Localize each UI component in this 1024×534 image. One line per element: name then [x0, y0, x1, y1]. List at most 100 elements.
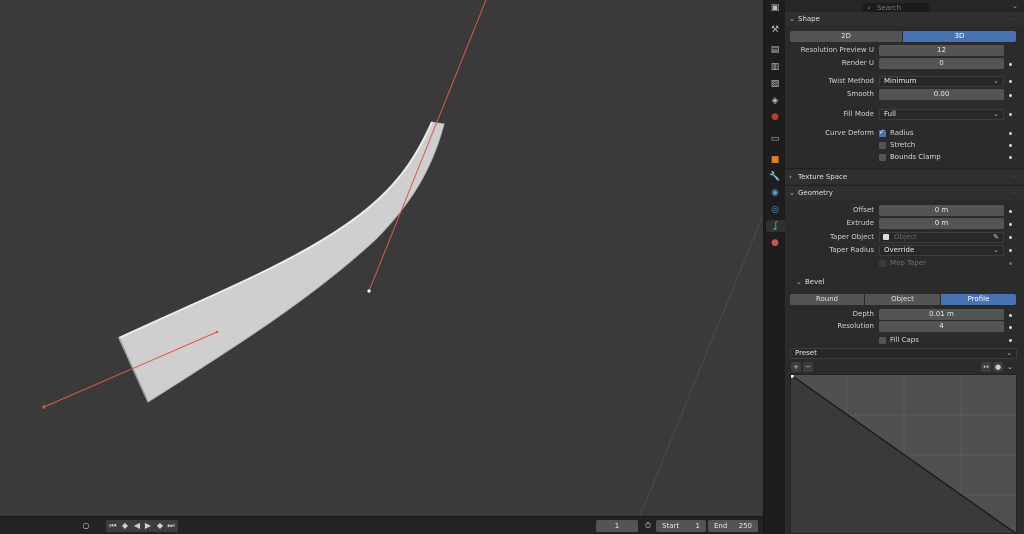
offset-field[interactable]: 0 m [879, 205, 1004, 216]
animate-dot-icon[interactable] [1009, 132, 1012, 135]
shape-3d-button[interactable]: 3D [903, 31, 1016, 42]
chevron-down-icon: ⌄ [796, 278, 802, 286]
checkbox-icon [879, 154, 886, 161]
radius-checkbox[interactable]: Radius [879, 128, 913, 138]
editor-type-icon[interactable]: ▣ [769, 2, 781, 14]
end-frame-label: End [714, 522, 728, 530]
stopwatch-icon[interactable]: ⏱ [643, 521, 653, 531]
map-taper-checkbox[interactable]: Map Taper [879, 259, 926, 268]
world-tab-icon[interactable]: ● [769, 111, 781, 123]
play-icon[interactable]: ▶ [143, 521, 153, 531]
profile-curve-graph [791, 375, 1016, 533]
preset-dropdown[interactable]: Preset ⌄ [790, 348, 1017, 359]
clip-options-icon[interactable]: ● [993, 362, 1003, 372]
physics-tab-icon[interactable]: ◎ [769, 204, 781, 216]
chevron-down-icon: ⌄ [789, 15, 795, 23]
chevron-right-icon: › [789, 173, 792, 181]
end-frame-value: 250 [738, 522, 752, 530]
jump-start-icon[interactable]: ⏮ [108, 521, 118, 531]
keyframe-record-icon[interactable]: ○ [81, 521, 91, 531]
animate-dot-icon[interactable] [1009, 236, 1012, 239]
panel-geometry-header[interactable]: ⌄ Geometry ⋯ [785, 186, 1024, 200]
3d-viewport[interactable] [0, 0, 763, 516]
animate-dot-icon[interactable] [1009, 339, 1012, 342]
animate-dot-icon[interactable] [1009, 144, 1012, 147]
material-tab-icon[interactable]: ● [769, 237, 781, 249]
checkbox-checked-icon [879, 128, 886, 137]
smooth-field[interactable]: 0.00 [879, 89, 1004, 100]
bounds-clamp-checkbox[interactable]: Bounds Clamp [879, 153, 941, 162]
prev-keyframe-icon[interactable]: ◆ [120, 521, 130, 531]
taper-object-field[interactable]: Object ✎ [879, 232, 1004, 243]
animate-dot-icon[interactable] [1009, 223, 1012, 226]
render-tab-icon[interactable]: ▤ [769, 44, 781, 56]
bounds-clamp-checkbox-label: Bounds Clamp [890, 153, 941, 161]
animate-dot-icon[interactable] [1009, 63, 1012, 66]
panel-texture-space-title: Texture Space [798, 173, 848, 181]
bevel-profile-button[interactable]: Profile [941, 294, 1016, 305]
eyedropper-icon[interactable]: ✎ [993, 233, 999, 242]
panel-texture-space-header[interactable]: › Texture Space ⋯ [785, 170, 1024, 184]
panel-bevel-header[interactable]: ⌄ Bevel [785, 275, 1024, 289]
next-keyframe-icon[interactable]: ◆ [155, 521, 165, 531]
drag-handle-icon[interactable]: ⋯ [1010, 170, 1018, 184]
chevron-down-icon[interactable]: ⌄ [1005, 362, 1015, 372]
scene-tab-icon[interactable]: ◈ [769, 95, 781, 107]
fill-caps-checkbox[interactable]: Fill Caps [879, 336, 919, 345]
twist-method-value: Minimum [884, 77, 917, 85]
fill-mode-dropdown[interactable]: Full ⌄ [879, 109, 1004, 120]
animate-dot-icon[interactable] [1009, 210, 1012, 213]
depth-field[interactable]: 0.01 m [879, 309, 1004, 320]
tool-tab-icon[interactable]: ⚒ [769, 24, 781, 36]
jump-end-icon[interactable]: ⏭ [166, 521, 176, 531]
animate-dot-icon[interactable] [1009, 249, 1012, 252]
taper-object-placeholder: Object [894, 233, 917, 241]
shape-2d-button[interactable]: 2D [790, 31, 902, 42]
output-tab-icon[interactable]: ▥ [769, 61, 781, 73]
twist-method-dropdown[interactable]: Minimum ⌄ [879, 76, 1004, 87]
collection-tab-icon[interactable]: ▭ [769, 133, 781, 145]
start-frame-value: 1 [695, 522, 700, 530]
animate-dot-icon[interactable] [1009, 80, 1012, 83]
start-frame-field[interactable]: Start 1 [656, 520, 706, 532]
bevel-round-button[interactable]: Round [790, 294, 864, 305]
viewport-scene [42, 0, 763, 516]
chevron-down-icon: ⌄ [789, 189, 795, 197]
smooth-label: Smooth [846, 90, 874, 98]
resolution-label: Resolution [837, 322, 874, 330]
animate-dot-icon[interactable] [1009, 113, 1012, 116]
faint-guide-line [639, 214, 763, 516]
profile-curve-editor[interactable] [790, 374, 1017, 534]
map-taper-checkbox-label: Map Taper [890, 259, 927, 267]
end-frame-field[interactable]: End 250 [708, 520, 758, 532]
drag-handle-icon[interactable]: ⋯ [1010, 12, 1018, 26]
modifier-tab-icon[interactable]: 🔧 [769, 171, 781, 183]
taper-radius-dropdown[interactable]: Override ⌄ [879, 245, 1004, 256]
play-reverse-icon[interactable]: ◀ [132, 521, 142, 531]
animate-dot-icon[interactable] [1009, 94, 1012, 97]
animate-dot-icon[interactable] [1009, 262, 1012, 265]
curve-data-tab-icon[interactable]: ʆ [766, 220, 786, 232]
animate-dot-icon[interactable] [1009, 156, 1012, 159]
view-layer-tab-icon[interactable]: ▧ [769, 78, 781, 90]
current-frame-value: 1 [614, 522, 620, 530]
object-icon [883, 234, 889, 240]
render-u-field[interactable]: 0 [879, 58, 1004, 69]
zoom-out-icon[interactable]: − [803, 362, 813, 372]
object-tab-icon[interactable]: ■ [769, 154, 781, 166]
panel-shape-header[interactable]: ⌄ Shape ⋯ [785, 12, 1024, 26]
reset-view-icon[interactable]: ↔ [981, 362, 991, 372]
current-frame-field[interactable]: 1 [596, 520, 638, 532]
particles-tab-icon[interactable]: ◉ [769, 187, 781, 199]
resolution-field[interactable]: 4 [879, 321, 1004, 332]
resolution-preview-field[interactable]: 12 [879, 45, 1004, 56]
bevel-object-button[interactable]: Object [865, 294, 940, 305]
animate-dot-icon[interactable] [1009, 326, 1012, 329]
animate-dot-icon[interactable] [1009, 314, 1012, 317]
stretch-checkbox[interactable]: Stretch [879, 141, 915, 150]
zoom-in-icon[interactable]: + [791, 362, 801, 372]
properties-tab-column: ▣ ⚒ ▤ ▥ ▧ ◈ ● ▭ ■ 🔧 ◉ ◎ ʆ ● [763, 0, 786, 534]
drag-handle-icon[interactable]: ⋯ [1010, 186, 1018, 200]
options-chevron-icon[interactable]: ⌄ [1012, 2, 1018, 10]
extrude-field[interactable]: 0 m [879, 218, 1004, 229]
